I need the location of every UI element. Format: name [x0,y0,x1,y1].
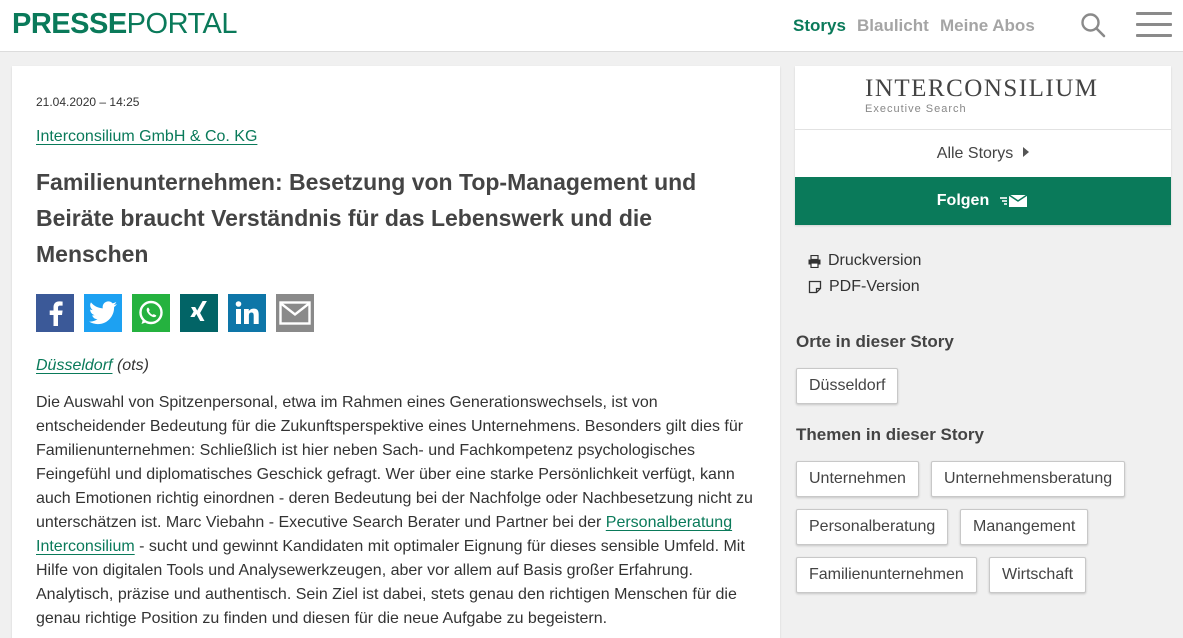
email-icon[interactable] [276,294,314,332]
search-icon[interactable] [1080,12,1106,38]
linkedin-icon[interactable] [228,294,266,332]
facebook-icon[interactable] [36,294,74,332]
caret-right-icon [1023,147,1030,157]
xing-icon[interactable] [180,294,218,332]
top-bar: PRESSEPORTAL Storys Blaulicht Meine Abos [0,0,1183,52]
topics-heading: Themen in dieser Story [796,425,984,444]
brand-subtitle: Executive Search [865,103,967,115]
nav-meine-abos[interactable]: Meine Abos [940,16,1035,36]
all-storys-link[interactable]: Alle Storys [795,145,1171,163]
print-link[interactable]: Druckversion [808,252,921,270]
topic-tag-unternehmen[interactable]: Unternehmen [796,461,919,497]
pdf-link[interactable]: PDF-Version [808,278,920,296]
pdf-icon [808,280,822,294]
article-date: 21.04.2020 – 14:25 [36,95,140,109]
article-card: 21.04.2020 – 14:25 Interconsilium GmbH &… [12,66,780,638]
topic-tag-management[interactable]: Manangement [960,509,1089,545]
interconsilium-logo[interactable]: INTERCONSILIUM Executive Search [865,75,1099,116]
newsletter-icon [1000,194,1028,207]
topic-tag-personalberatung[interactable]: Personalberatung [796,509,949,545]
dateline-source: (ots) [116,357,149,374]
printer-icon [808,254,821,268]
print-label: Druckversion [828,252,922,269]
dateline-place-link[interactable]: Düsseldorf [36,357,112,374]
card-divider [795,129,1171,130]
places-heading: Orte in dieser Story [796,332,954,351]
article-headline: Familienunternehmen: Besetzung von Top-M… [36,169,697,267]
topic-tag-familienunternehmen[interactable]: Familienunternehmen [796,557,977,593]
all-storys-label: Alle Storys [936,145,1014,162]
place-tag-duesseldorf[interactable]: Düsseldorf [796,368,899,404]
brand-name: INTERCONSILIUM [865,75,1099,102]
presseportal-logo[interactable]: PRESSEPORTAL [12,8,238,40]
article-body: Die Auswahl von Spitzenpersonal, etwa im… [36,391,761,631]
dateline: Düsseldorf (ots) [36,357,149,375]
whatsapp-icon[interactable] [132,294,170,332]
body-text-part2: - sucht und gewinnt Kandidaten mit optim… [36,538,745,627]
company-card: INTERCONSILIUM Executive Search Alle Sto… [795,66,1171,225]
hamburger-menu-icon[interactable] [1136,12,1172,38]
nav-blaulicht[interactable]: Blaulicht [857,16,929,36]
pdf-label: PDF-Version [829,278,920,295]
twitter-icon[interactable] [84,294,122,332]
company-link[interactable]: Interconsilium GmbH & Co. KG [36,128,257,146]
nav-storys[interactable]: Storys [793,16,846,36]
share-bar [36,294,314,332]
topic-tag-wirtschaft[interactable]: Wirtschaft [989,557,1087,593]
follow-button[interactable]: Folgen [795,177,1171,225]
body-text-part1: Die Auswahl von Spitzenpersonal, etwa im… [36,394,753,531]
topic-tag-unternehmensberatung[interactable]: Unternehmensberatung [931,461,1126,497]
follow-label: Folgen [936,192,990,209]
